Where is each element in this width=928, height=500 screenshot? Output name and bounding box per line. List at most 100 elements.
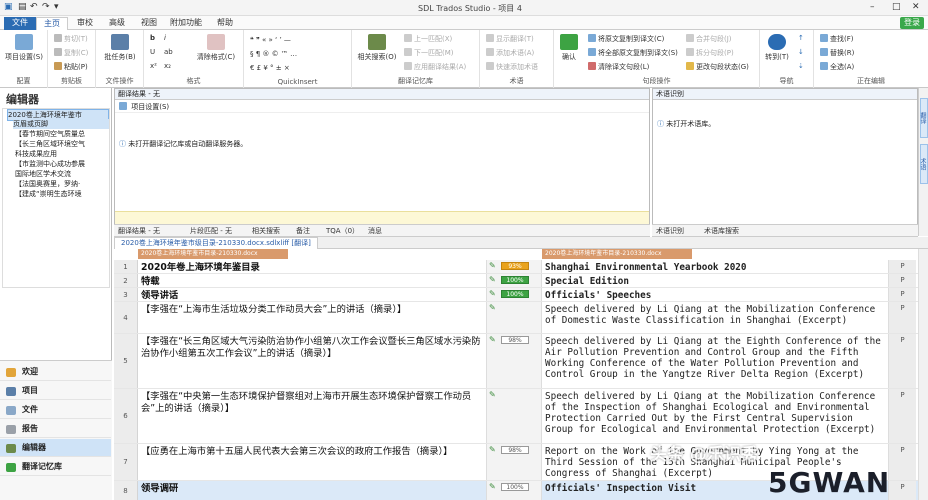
nav-projects[interactable]: 项目 <box>0 382 111 400</box>
tab-home[interactable]: 主页 <box>36 17 68 30</box>
copy-all-source-button[interactable]: 将全部原文复制到译文(S) <box>588 48 678 58</box>
subscript-button[interactable]: x₂ <box>164 62 171 70</box>
tab-termbase-search[interactable]: 术语库搜索 <box>704 226 739 237</box>
project-settings-button[interactable]: 项目设置(S) <box>2 34 46 62</box>
nav-reports[interactable]: 报告 <box>0 420 111 438</box>
nav-editor[interactable]: 编辑器 <box>0 439 111 457</box>
segment-number: 2 <box>114 274 138 287</box>
target-text[interactable]: Speech delivered by Li Qiang at the Eigh… <box>542 334 888 388</box>
tab-messages[interactable]: 消息 <box>368 226 382 237</box>
minimize-icon[interactable]: – <box>870 2 875 12</box>
clear-format-button[interactable]: 清除格式(C) <box>194 34 238 62</box>
tab-translation-results[interactable]: 翻译结果 - 无 <box>118 226 160 237</box>
superscript-button[interactable]: x² <box>150 62 157 70</box>
target-text[interactable]: Officials' Speeches <box>542 288 888 301</box>
tree-node[interactable]: 【市监测中心成功参展 <box>15 159 109 169</box>
merge-segments-button[interactable]: 合并句段(J) <box>686 34 732 44</box>
save-icon[interactable]: ▤ <box>18 2 27 12</box>
find-button[interactable]: 查找(F) <box>820 34 854 44</box>
tab-review[interactable]: 审校 <box>70 17 100 30</box>
tree-node[interactable]: 科技成果应用 <box>15 149 109 159</box>
target-text[interactable]: Speech delivered by Li Qiang at the Mobi… <box>542 302 888 333</box>
document-tab[interactable]: 2020卷上海环境年鉴市级目录-210330.docx.sdlxliff [翻译… <box>114 237 318 249</box>
tab-concordance[interactable]: 相关搜索 <box>252 226 280 237</box>
login-button[interactable]: 登录 <box>900 17 924 29</box>
clear-target-button[interactable]: 清除译文句段(L) <box>588 62 649 72</box>
tab-comments[interactable]: 备注 <box>296 226 310 237</box>
tree-node[interactable]: 【建成“崇明生态环境 <box>15 189 109 199</box>
quick-access-dropdown-icon[interactable]: ▾ <box>54 2 59 12</box>
find-icon <box>820 34 828 42</box>
nav-translation-memories[interactable]: 翻译记忆库 <box>0 458 111 476</box>
tab-fragment-matches[interactable]: 片段匹配 - 无 <box>190 226 232 237</box>
tree-node[interactable]: 页眉或页脚 <box>13 119 109 129</box>
paste-button[interactable]: 粘贴(P) <box>54 62 88 72</box>
source-text[interactable]: 领导讲话 <box>138 288 486 301</box>
source-text[interactable]: 2020年卷上海环境年鉴目录 <box>138 260 486 273</box>
change-status-button[interactable]: 更改句段状态(G) <box>686 62 749 72</box>
target-text[interactable]: Shanghai Environmental Yearbook 2020 <box>542 260 888 273</box>
undo-icon[interactable]: ↶ <box>30 2 38 12</box>
select-all-button[interactable]: 全选(A) <box>820 62 854 72</box>
source-text[interactable]: 【李强在“中央第一生态环境保护督察组对上海市开展生态环境保护督察工作动员会”上的… <box>138 389 486 443</box>
source-text[interactable]: 【李强在“上海市生活垃圾分类工作动员大会”上的讲话（摘录）】 <box>138 302 486 333</box>
next-match-button[interactable]: 下一匹配(M) <box>404 48 454 58</box>
segment-row[interactable]: 2 特载 ✎ 100% Special Edition P <box>114 274 928 288</box>
segment-row[interactable]: 3 领导讲话 ✎ 100% Officials' Speeches P <box>114 288 928 302</box>
dock-tab-terms[interactable]: 术语 <box>919 144 928 184</box>
add-term-button[interactable]: 添加术语(A) <box>486 48 534 58</box>
italic-button[interactable]: i <box>164 34 166 42</box>
tab-view[interactable]: 视图 <box>134 17 164 30</box>
confirm-button[interactable]: 确认 <box>554 34 584 62</box>
close-icon[interactable]: ✕ <box>912 2 920 12</box>
replace-button[interactable]: 替换(R) <box>820 48 854 58</box>
nav-up-icon[interactable]: ↑ <box>798 34 804 42</box>
bold-button[interactable]: b <box>150 34 155 42</box>
goto-button[interactable]: 转到(T) <box>762 34 792 62</box>
prev-match-button[interactable]: 上一匹配(X) <box>404 34 452 44</box>
nav-next-icon[interactable]: ⇣ <box>798 62 804 70</box>
segment-number: 5 <box>114 334 138 388</box>
source-text[interactable]: 领导调研 <box>138 481 486 500</box>
tm-project-settings-button[interactable]: 项目设置(S) <box>131 103 169 111</box>
source-text[interactable]: 特载 <box>138 274 486 287</box>
copy-source-button[interactable]: 将原文复制到译文(C) <box>588 34 664 44</box>
tab-help[interactable]: 帮助 <box>210 17 240 30</box>
tree-node[interactable]: 【春节期间空气质量总 <box>15 129 109 139</box>
segment-row[interactable]: 4 【李强在“上海市生活垃圾分类工作动员大会”上的讲话（摘录）】 ✎ Speech d… <box>114 302 928 334</box>
dock-tab-translation[interactable]: 翻译 <box>919 98 928 138</box>
paste-icon <box>54 62 62 70</box>
target-text[interactable]: Special Edition <box>542 274 888 287</box>
redo-icon[interactable]: ↷ <box>42 2 50 12</box>
strikethrough-button[interactable]: ab <box>164 48 173 56</box>
target-text[interactable]: Speech delivered by Li Qiang at the Mobi… <box>542 389 888 443</box>
underline-button[interactable]: U <box>150 48 155 56</box>
tab-addins[interactable]: 附加功能 <box>166 17 206 30</box>
cut-button[interactable]: 剪切(T) <box>54 34 88 44</box>
quickinsert-row3[interactable]: € £ ¥ ° ± × <box>250 64 290 72</box>
segment-row[interactable]: 5 【李强在“长三角区域大气污染防治协作小组第八次工作会议暨长三角区域水污染防治协… <box>114 334 928 389</box>
quickinsert-row1[interactable]: ❝ ❞ « » ‘ ’ — <box>250 36 291 44</box>
nav-down-icon[interactable]: ↓ <box>798 48 804 56</box>
quick-add-term-button[interactable]: 快速添加术语 <box>486 62 538 72</box>
source-text[interactable]: 【李强在“长三角区域大气污染防治协作小组第八次工作会议暨长三角区域水污染防治协作… <box>138 334 486 388</box>
tree-node[interactable]: 【法国奥赛里，罗纳· <box>15 179 109 189</box>
tab-term-recognition[interactable]: 术语识别 <box>656 226 684 237</box>
tree-node[interactable]: 【长三角区域环境空气 <box>15 139 109 149</box>
split-segment-button[interactable]: 拆分句段(P) <box>686 48 734 58</box>
segment-row[interactable]: 1 2020年卷上海环境年鉴目录 ✎ 93% Shanghai Environmenta… <box>114 260 928 274</box>
source-text[interactable]: 【应勇在上海市第十五届人民代表大会第三次会议的政府工作报告（摘录）】 <box>138 444 486 480</box>
tab-advanced[interactable]: 高级 <box>102 17 132 30</box>
display-translation-button[interactable]: 显示翻译(T) <box>486 34 534 44</box>
copy-button[interactable]: 复制(C) <box>54 48 88 58</box>
apply-result-button[interactable]: 应用翻译结果(A) <box>404 62 466 72</box>
quickinsert-row2[interactable]: § ¶ ® © ™ … <box>250 50 297 58</box>
batch-tasks-button[interactable]: 批任务(B) <box>98 34 142 62</box>
tab-file[interactable]: 文件 <box>4 17 36 30</box>
tree-node[interactable]: 国际地区学术交流 <box>15 169 109 179</box>
nav-files[interactable]: 文件 <box>0 401 111 419</box>
tab-tqa[interactable]: TQA（0） <box>326 226 359 237</box>
maximize-icon[interactable]: □ <box>892 2 901 12</box>
concordance-search-button[interactable]: 相关搜索(O) <box>354 34 400 62</box>
nav-welcome[interactable]: 欢迎 <box>0 363 111 381</box>
